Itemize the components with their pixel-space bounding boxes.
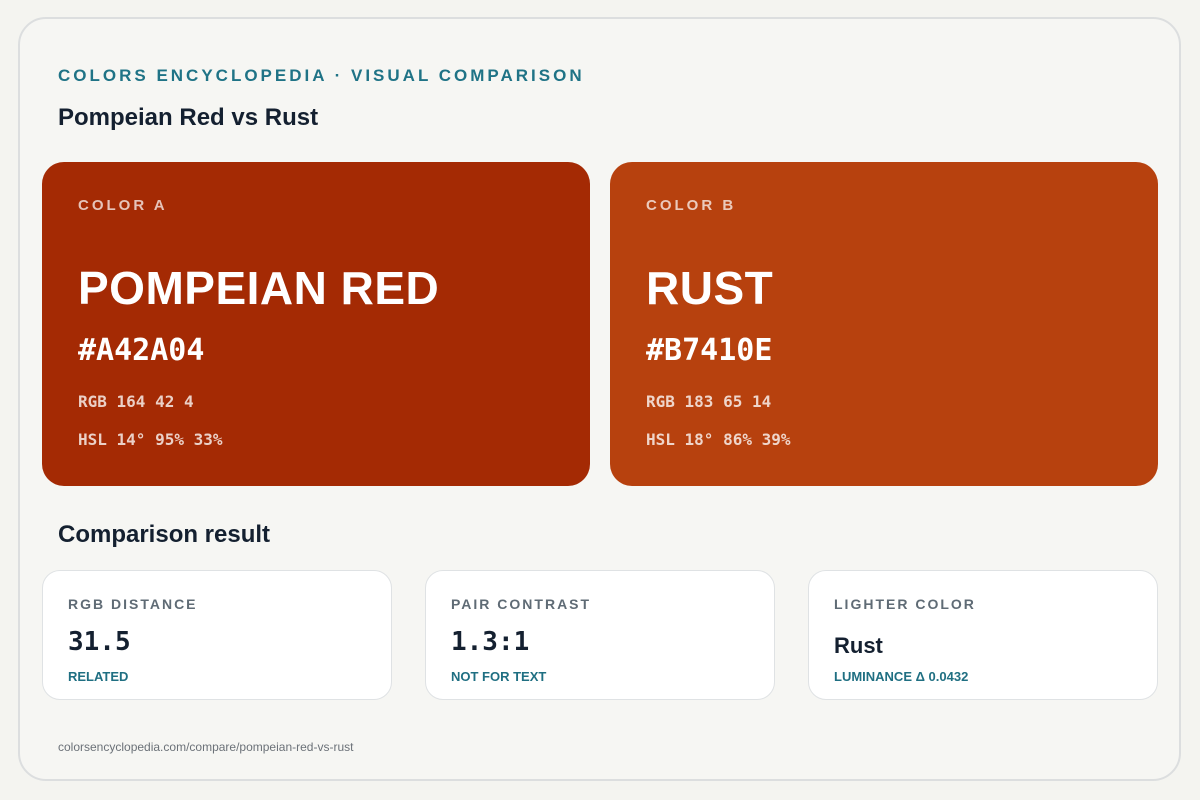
comparison-title: Comparison result bbox=[58, 521, 271, 548]
color-b-swatch: COLOR B RUST #B7410E RGB 183 65 14 HSL 1… bbox=[610, 162, 1158, 486]
color-a-swatch: COLOR A POMPEIAN RED #A42A04 RGB 164 42 … bbox=[42, 162, 590, 486]
color-b-hsl: HSL 18° 86% 39% bbox=[646, 430, 791, 449]
pair-contrast-card: PAIR CONTRAST 1.3:1 NOT FOR TEXT bbox=[425, 570, 775, 700]
rgb-distance-note: RELATED bbox=[68, 669, 129, 684]
luminance-delta-note: LUMINANCE Δ 0.0432 bbox=[834, 669, 969, 684]
pair-contrast-note: NOT FOR TEXT bbox=[451, 669, 547, 684]
rgb-distance-value: 31.5 bbox=[68, 627, 131, 657]
rgb-distance-label: RGB DISTANCE bbox=[68, 596, 198, 612]
color-a-name: POMPEIAN RED bbox=[78, 262, 440, 314]
pair-contrast-value: 1.3:1 bbox=[451, 627, 530, 657]
page-title: Pompeian Red vs Rust bbox=[58, 104, 319, 131]
color-a-rgb: RGB 164 42 4 bbox=[78, 392, 194, 411]
rgb-distance-card: RGB DISTANCE 31.5 RELATED bbox=[42, 570, 392, 700]
color-b-name: RUST bbox=[646, 262, 774, 314]
color-a-kicker: COLOR A bbox=[78, 197, 168, 214]
lighter-color-value: Rust bbox=[834, 633, 883, 658]
color-a-hex: #A42A04 bbox=[78, 333, 205, 368]
color-a-hsl: HSL 14° 95% 33% bbox=[78, 430, 223, 449]
color-b-hex: #B7410E bbox=[646, 333, 773, 368]
pair-contrast-label: PAIR CONTRAST bbox=[451, 596, 592, 612]
color-b-rgb: RGB 183 65 14 bbox=[646, 392, 772, 411]
color-b-kicker: COLOR B bbox=[646, 197, 737, 214]
lighter-color-label: LIGHTER COLOR bbox=[834, 596, 976, 612]
lighter-color-card: LIGHTER COLOR Rust LUMINANCE Δ 0.0432 bbox=[808, 570, 1158, 700]
footer-url: colorsencyclopedia.com/compare/pompeian-… bbox=[58, 740, 354, 754]
site-eyebrow: COLORS ENCYCLOPEDIA · VISUAL COMPARISON bbox=[58, 66, 585, 85]
